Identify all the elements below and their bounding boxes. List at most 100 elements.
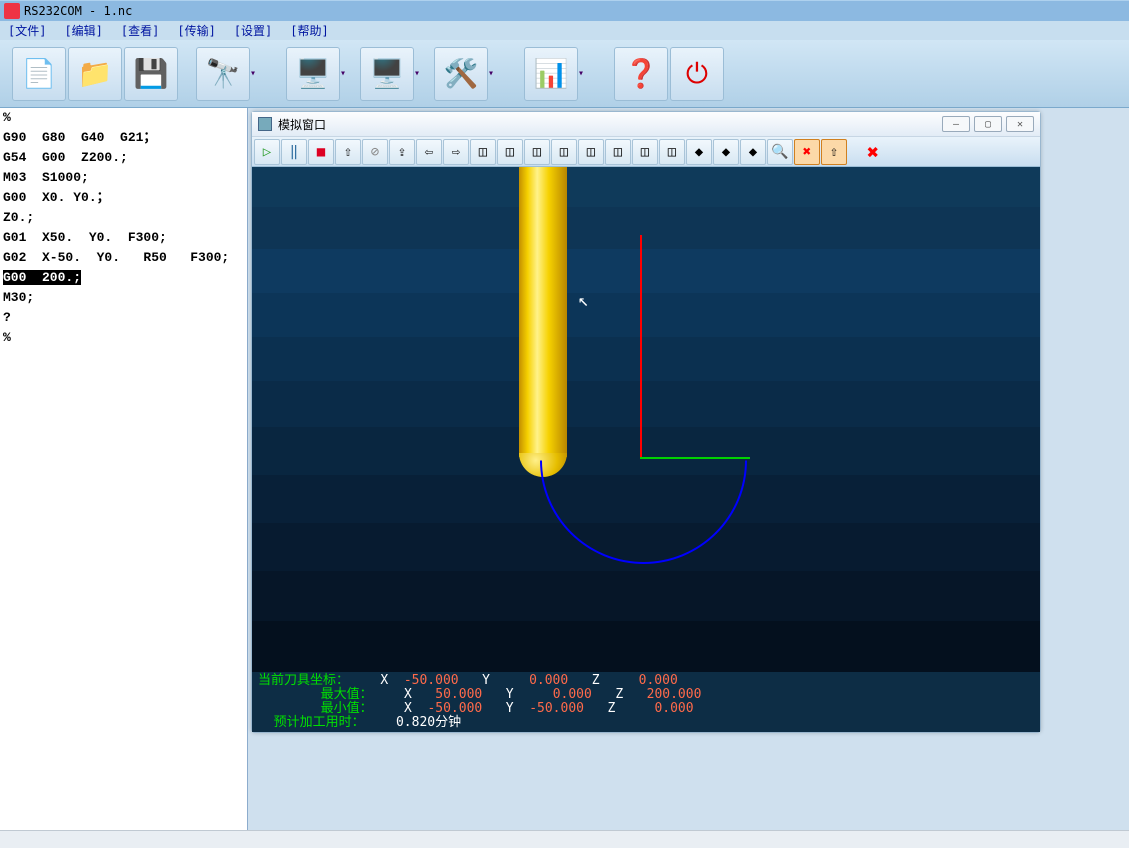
app-icon: [4, 3, 20, 19]
shape2-icon: ◆: [722, 144, 730, 160]
receive-button[interactable]: 🖥️: [360, 47, 414, 101]
sim-shape3-button[interactable]: ◆: [740, 139, 766, 165]
pause-icon: ‖: [290, 144, 298, 160]
window-title: RS232COM - 1.nc: [24, 4, 132, 18]
new-file-button[interactable]: 📄: [12, 47, 66, 101]
code-line: G54 G00 Z200.;: [3, 151, 244, 165]
cube2-icon: ◫: [506, 144, 514, 160]
cube7-icon: ◫: [641, 144, 649, 160]
help-icon: ❓: [624, 57, 659, 90]
simulation-status: 当前刀具坐标： X -50.000 Y 0.000 Z 0.000 最大值： X…: [252, 672, 1040, 732]
menu-view[interactable]: [查看]: [121, 22, 159, 39]
main-toolbar: 📄 📁 💾 🔭 ▾ 🖥️ ▾ 🖥️ ▾ 🛠️ ▾ 📊 ▾ ❓ ⏻: [0, 40, 1129, 108]
send-dropdown-icon[interactable]: ▾: [340, 68, 352, 79]
menu-transfer[interactable]: [传输]: [177, 22, 215, 39]
max-x: 50.000: [435, 687, 482, 702]
sim-delete-path-button[interactable]: ✖: [794, 139, 820, 165]
no-icon: ⊘: [371, 144, 379, 160]
gcode-editor[interactable]: % G90 G80 G40 G21； G54 G00 Z200.; M03 S1…: [0, 108, 248, 830]
zoom-icon: 🔍: [771, 144, 788, 160]
simulation-canvas[interactable]: ↖: [252, 167, 1040, 672]
sim-view3-button[interactable]: ◫: [524, 139, 550, 165]
current-y: 0.000: [529, 673, 568, 688]
cube4-icon: ◫: [560, 144, 568, 160]
plot-dropdown-icon[interactable]: ▾: [578, 68, 590, 79]
send-pc-icon: 🖥️: [296, 57, 331, 90]
help-button[interactable]: ❓: [614, 47, 668, 101]
close-x-icon: ✖: [867, 140, 879, 164]
feed-path-g01: [640, 457, 750, 459]
find-button[interactable]: 🔭: [196, 47, 250, 101]
code-line: %: [3, 111, 244, 125]
code-line: G02 X-50. Y0. R50 F300;: [3, 251, 244, 265]
sim-view6-button[interactable]: ◫: [605, 139, 631, 165]
min-y: -50.000: [529, 701, 584, 716]
sim-pause-button[interactable]: ‖: [281, 139, 307, 165]
simulation-title-bar: 模拟窗口 — ▢ ✕: [252, 112, 1040, 137]
minimize-button[interactable]: —: [942, 116, 970, 132]
max-z: 200.000: [647, 687, 702, 702]
current-z: 0.000: [639, 673, 678, 688]
power-icon: ⏻: [686, 57, 708, 91]
sim-view1-button[interactable]: ◫: [470, 139, 496, 165]
cube6-icon: ◫: [614, 144, 622, 160]
find-dropdown-icon[interactable]: ▾: [250, 68, 262, 79]
sim-tool2-button[interactable]: ⇪: [389, 139, 415, 165]
config-button[interactable]: 🛠️: [434, 47, 488, 101]
power-button[interactable]: ⏻: [670, 47, 724, 101]
sim-view8-button[interactable]: ◫: [659, 139, 685, 165]
config-dropdown-icon[interactable]: ▾: [488, 68, 500, 79]
plot-icon: 📊: [534, 57, 569, 90]
menu-edit[interactable]: [编辑]: [64, 22, 102, 39]
title-bar: RS232COM - 1.nc: [0, 0, 1129, 21]
cube1-icon: ◫: [479, 144, 487, 160]
cube8-icon: ◫: [668, 144, 676, 160]
sim-view5-button[interactable]: ◫: [578, 139, 604, 165]
code-line: G00 X0. Y0.；: [3, 191, 244, 205]
sim-shape2-button[interactable]: ◆: [713, 139, 739, 165]
status-max-label: 最大值：: [321, 687, 373, 702]
code-line: G01 X50. Y0. F300;: [3, 231, 244, 245]
simulation-pane: 模拟窗口 — ▢ ✕ ▷ ‖ ■ ⇧ ⊘ ⇪ ⇦ ⇨ ◫ ◫ ◫: [248, 108, 1129, 830]
open-button[interactable]: 📁: [68, 47, 122, 101]
sim-tool-set-button[interactable]: ⇧: [821, 139, 847, 165]
maximize-button[interactable]: ▢: [974, 116, 1002, 132]
sim-prev-button[interactable]: ⇦: [416, 139, 442, 165]
sim-play-button[interactable]: ▷: [254, 139, 280, 165]
play-icon: ▷: [263, 144, 271, 160]
sim-stop-button[interactable]: ■: [308, 139, 334, 165]
sim-zoom-button[interactable]: 🔍: [767, 139, 793, 165]
sim-close-x-button[interactable]: ✖: [860, 139, 886, 165]
sim-next-button[interactable]: ⇨: [443, 139, 469, 165]
tool2-icon: ⇪: [398, 144, 406, 160]
sim-view7-button[interactable]: ◫: [632, 139, 658, 165]
max-y: 0.000: [553, 687, 592, 702]
sim-tool-button[interactable]: ⇧: [335, 139, 361, 165]
menu-file[interactable]: [文件]: [8, 22, 46, 39]
main-area: % G90 G80 G40 G21； G54 G00 Z200.; M03 S1…: [0, 108, 1129, 830]
menu-help[interactable]: [帮助]: [290, 22, 328, 39]
close-button[interactable]: ✕: [1006, 116, 1034, 132]
sim-window-icon: [258, 117, 272, 131]
shape1-icon: ◆: [695, 144, 703, 160]
menu-settings[interactable]: [设置]: [234, 22, 272, 39]
sim-disable-button[interactable]: ⊘: [362, 139, 388, 165]
receive-dropdown-icon[interactable]: ▾: [414, 68, 426, 79]
sim-view2-button[interactable]: ◫: [497, 139, 523, 165]
save-icon: 💾: [134, 57, 169, 90]
current-x: -50.000: [404, 673, 459, 688]
simulation-title: 模拟窗口: [278, 116, 326, 133]
code-line: M30;: [3, 291, 244, 305]
delete-toolpath-icon: ✖: [803, 144, 811, 160]
send-button[interactable]: 🖥️: [286, 47, 340, 101]
next-icon: ⇨: [452, 144, 460, 160]
open-folder-icon: 📁: [78, 57, 113, 90]
mouse-cursor-icon: ↖: [578, 290, 589, 311]
plot-button[interactable]: 📊: [524, 47, 578, 101]
sim-shape1-button[interactable]: ◆: [686, 139, 712, 165]
code-line-highlighted: G00 200.;: [3, 271, 244, 285]
sim-view4-button[interactable]: ◫: [551, 139, 577, 165]
save-button[interactable]: 💾: [124, 47, 178, 101]
prev-icon: ⇦: [425, 144, 433, 160]
config-icon: 🛠️: [444, 57, 479, 90]
